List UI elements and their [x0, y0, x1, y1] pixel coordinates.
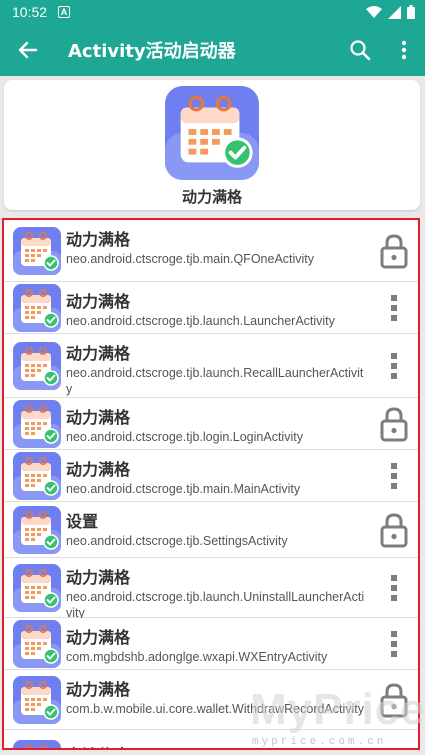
activity-app-icon — [13, 452, 61, 500]
back-button[interactable] — [14, 36, 42, 64]
activity-row[interactable]: 动力满格 neo.android.ctscroge.tjb.launch.Unin… — [4, 558, 418, 620]
notification-badge: A — [58, 6, 70, 18]
watermark-logo: MyPrice — [250, 685, 425, 734]
activity-class-name: neo.android.ctscroge.tjb.launch.Uninstal… — [66, 590, 365, 620]
activity-app-icon — [13, 620, 61, 668]
status-bar: 10:52 A — [0, 0, 425, 24]
more-vertical-icon — [391, 295, 397, 321]
locked-indicator[interactable] — [376, 510, 412, 550]
overflow-menu-button[interactable] — [390, 36, 418, 64]
page-title: Activity活动启动器 — [68, 41, 236, 62]
row-menu-button[interactable] — [376, 346, 412, 386]
activity-app-icon — [13, 740, 61, 748]
row-menu-button[interactable] — [376, 288, 412, 328]
row-menu-button[interactable] — [376, 456, 412, 496]
battery-icon — [407, 5, 415, 19]
activity-title: 动力满格 — [66, 628, 131, 647]
activity-list: 动力满格 neo.android.ctscroge.tjb.main.QFOneA… — [2, 218, 420, 750]
activity-row[interactable]: 动力满格 neo.android.ctscroge.tjb.launch.Reca… — [4, 334, 418, 398]
search-icon — [350, 40, 371, 61]
app-bar: Activity活动启动器 — [0, 24, 425, 76]
activity-title: 动力满格 — [66, 680, 131, 699]
app-icon — [165, 86, 259, 180]
activity-title: 动力满格 — [66, 408, 131, 427]
activity-title: 动力满格 — [66, 292, 131, 311]
activity-class-name: com.mgbdshb.adonglge.wxapi.WXEntryActivi… — [66, 650, 328, 664]
activity-row[interactable]: 设置 neo.android.ctscroge.tjb.SettingsActiv… — [4, 502, 418, 558]
activity-class-name: neo.android.ctscroge.tjb.login.LoginActi… — [66, 430, 303, 444]
app-name: 动力满格 — [181, 188, 242, 206]
more-vertical-icon — [391, 463, 397, 489]
status-icons — [366, 5, 415, 19]
activity-app-icon — [13, 342, 61, 390]
more-vertical-icon — [401, 40, 407, 60]
activity-app-icon — [13, 506, 61, 554]
locked-indicator[interactable] — [376, 231, 412, 271]
activity-title: 动力满格 — [66, 344, 131, 363]
activity-row[interactable]: 动力满格 neo.android.ctscroge.tjb.login.Login… — [4, 398, 418, 450]
more-vertical-icon — [391, 353, 397, 379]
activity-class-name: neo.android.ctscroge.tjb.SettingsActivit… — [66, 534, 288, 548]
more-vertical-icon — [391, 575, 397, 601]
activity-row[interactable]: 动力满格 neo.android.ctscroge.tjb.main.MainAc… — [4, 450, 418, 502]
activity-title: 动力满格 — [66, 568, 131, 587]
activity-class-name: neo.android.ctscroge.tjb.launch.Launcher… — [66, 314, 335, 328]
activity-row[interactable]: 动力满格 com.mgbdshb.adonglge.wxapi.WXEntryAc… — [4, 618, 418, 670]
activity-app-icon — [13, 227, 61, 275]
lock-icon — [380, 407, 408, 442]
activity-title: 电池信息 — [66, 742, 130, 748]
activity-row[interactable]: 动力满格 neo.android.ctscroge.tjb.launch.Laun… — [4, 282, 418, 334]
status-time: 10:52 — [12, 4, 48, 20]
activity-app-icon — [13, 400, 61, 448]
activity-class-name: neo.android.ctscroge.tjb.main.MainActivi… — [66, 482, 301, 496]
activity-app-icon — [13, 676, 61, 724]
activity-app-icon — [13, 564, 61, 612]
search-button[interactable] — [346, 36, 374, 64]
activity-title: 动力满格 — [66, 230, 131, 249]
activity-title: 设置 — [66, 512, 99, 531]
wifi-icon — [366, 6, 382, 18]
activity-class-name: neo.android.ctscroge.tjb.launch.RecallLa… — [66, 366, 364, 396]
more-vertical-icon — [391, 631, 397, 657]
signal-icon — [388, 5, 401, 19]
lock-icon — [380, 513, 408, 548]
lock-icon — [380, 234, 408, 269]
locked-indicator[interactable] — [376, 404, 412, 444]
activity-row[interactable]: 动力满格 neo.android.ctscroge.tjb.main.QFOneA… — [4, 220, 418, 282]
row-menu-button[interactable] — [376, 624, 412, 664]
activity-title: 动力满格 — [66, 460, 131, 479]
arrow-back-icon — [18, 41, 38, 59]
watermark-url: myprice.com.cn — [252, 736, 387, 748]
app-header-card: 动力满格 — [4, 80, 420, 210]
activity-app-icon — [13, 284, 61, 332]
row-menu-button[interactable] — [376, 568, 412, 608]
activity-class-name: neo.android.ctscroge.tjb.main.QFOneActiv… — [66, 252, 315, 266]
